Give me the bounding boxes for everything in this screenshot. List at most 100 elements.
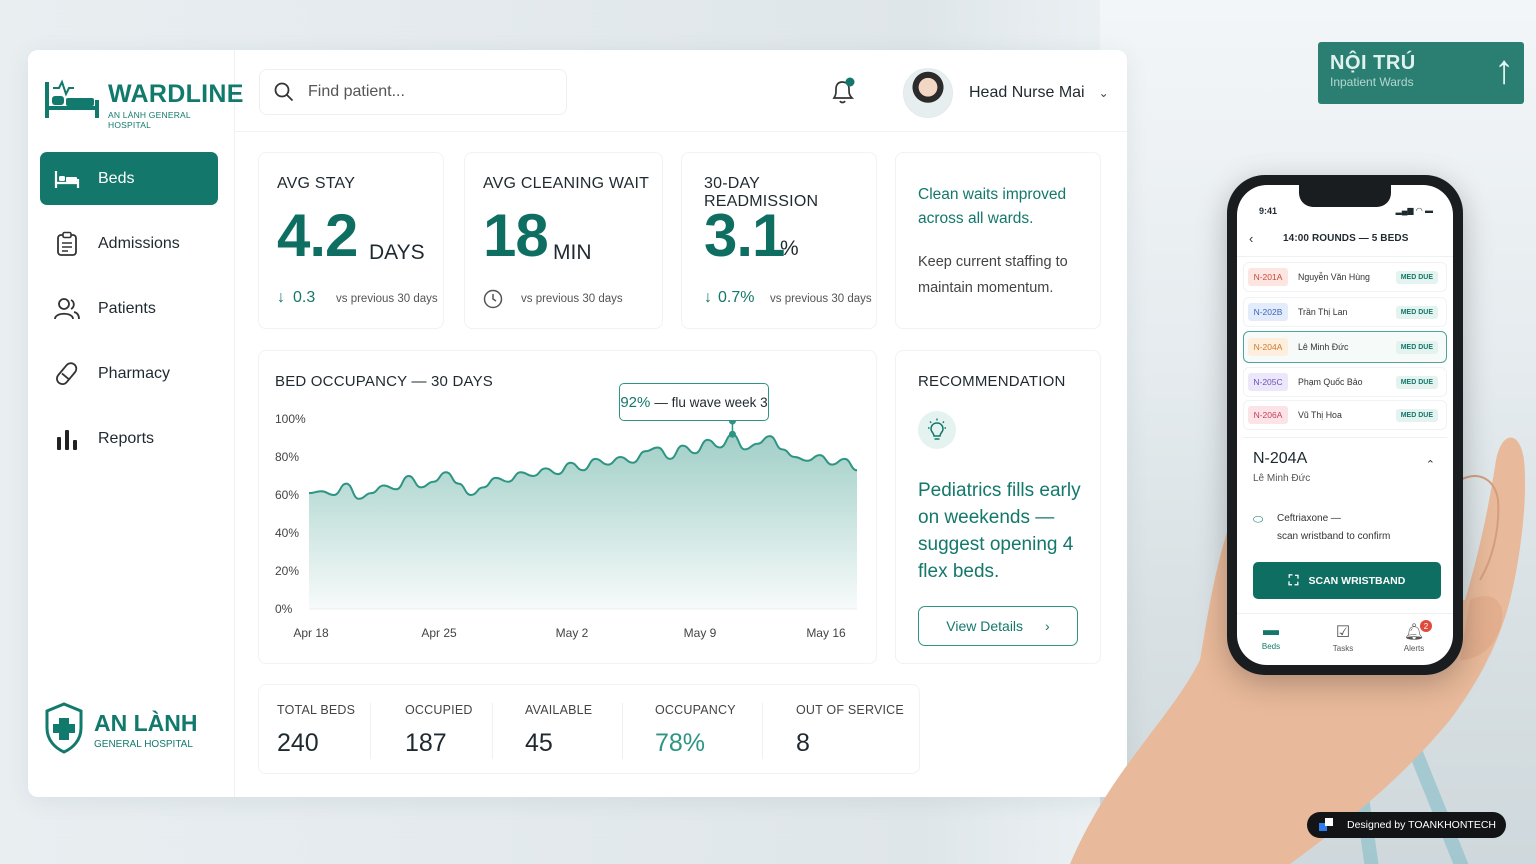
chevron-down-icon: ⌄	[1098, 86, 1109, 100]
avatar	[903, 68, 953, 118]
y-tick-label: 60%	[275, 488, 299, 502]
tab-tasks[interactable]: ☑ Tasks	[1313, 622, 1373, 653]
kpi-value: 4.2	[277, 202, 358, 269]
stat-value: 78%	[655, 729, 706, 757]
occupancy-area	[309, 434, 857, 609]
tab-alerts[interactable]: 🔔︎ 2 Alerts	[1384, 620, 1444, 653]
sidebar-item-patients[interactable]: Patients	[40, 282, 218, 335]
stat-value: 240	[277, 729, 319, 757]
sidebar-item-label: Admissions	[98, 234, 180, 252]
bed-icon	[54, 166, 80, 192]
sidebar-item-pharmacy[interactable]: Pharmacy	[40, 347, 218, 400]
y-tick-label: 40%	[275, 526, 299, 540]
lightbulb-icon	[918, 411, 956, 449]
patient-name: Nguyễn Văn Hùng	[1298, 272, 1370, 282]
search-icon	[274, 82, 294, 102]
sidebar-item-reports[interactable]: Reports	[40, 412, 218, 465]
designer-credit: Designed by TOANKHONTECH	[1307, 812, 1506, 838]
y-tick-label: 0%	[275, 602, 293, 616]
checklist-icon: ☑	[1335, 624, 1351, 641]
stat-label: OCCUPANCY	[655, 703, 736, 717]
sidebar-item-label: Beds	[98, 169, 135, 187]
bar-chart-icon	[54, 426, 80, 452]
sidebar-item-beds[interactable]: Beds	[40, 152, 218, 205]
kpi-card-avg-stay: AVG STAY 4.2 DAYS ↓ 0.3 vs previous 30 d…	[258, 152, 444, 329]
bed-badge: N-204A	[1248, 338, 1288, 356]
kpi-compare: vs previous 30 days	[521, 293, 623, 305]
kpi-delta: ↓ 0.7%	[704, 289, 754, 307]
kpi-title: AVG STAY	[277, 175, 356, 192]
kpi-unit: DAYS	[369, 241, 425, 264]
list-item-selected[interactable]: N-204A Lê Minh Đức MED DUE	[1243, 331, 1447, 363]
sidebar-nav: Beds Admissions Patients Pharmacy Report…	[40, 152, 218, 477]
tab-beds[interactable]: ▬ Beds	[1241, 622, 1301, 651]
kpi-delta-value: 0.7%	[718, 289, 755, 306]
y-tick-label: 100%	[275, 412, 306, 426]
hospital-footer-sub: GENERAL HOSPITAL	[94, 739, 193, 750]
pill-icon	[54, 361, 80, 387]
clipboard-icon	[54, 231, 80, 257]
sidebar-item-label: Patients	[98, 299, 156, 317]
ward-sign: NỘI TRÚ Inpatient Wards ↑	[1318, 42, 1524, 104]
stat-value: 8	[796, 729, 810, 757]
medication-info: Ceftriaxone — scan wristband to confirm	[1277, 510, 1437, 546]
chevron-up-icon[interactable]: ⌃	[1426, 458, 1435, 471]
peak-marker	[728, 430, 736, 438]
kpi-card-readmission: 30-DAY READMISSION 3.1 % ↓ 0.7% vs previ…	[681, 152, 877, 329]
ward-sign-title: NỘI TRÚ	[1330, 52, 1416, 74]
users-icon	[54, 296, 80, 322]
notifications-button[interactable]	[829, 76, 857, 106]
status-badge: MED DUE	[1395, 305, 1438, 319]
patient-name: Lê Minh Đức	[1298, 342, 1349, 352]
search-input[interactable]	[308, 83, 538, 101]
pill-icon: ⬭	[1253, 512, 1264, 526]
designer-logo-icon	[1319, 818, 1333, 832]
kpi-unit: %	[780, 237, 799, 260]
occupancy-chart-card: BED OCCUPANCY — 30 DAYS 100% 80% 60% 40% 20%…	[258, 350, 877, 664]
app-logo[interactable]: WARDLINE AN LÀNH GENERAL HOSPITAL	[44, 76, 243, 130]
status-badge: MED DUE	[1395, 340, 1438, 354]
ward-sign-subtitle: Inpatient Wards	[1330, 75, 1414, 89]
kpi-delta-value: 0.3	[293, 289, 316, 306]
stat-label: AVAILABLE	[525, 703, 593, 717]
list-item[interactable]: N-206A Vũ Thị Hoa MED DUE	[1243, 400, 1447, 430]
x-tick-label: Apr 25	[421, 626, 457, 640]
x-tick-label: Apr 18	[293, 626, 329, 640]
phone-notch	[1299, 185, 1391, 207]
status-badge: MED DUE	[1395, 408, 1438, 422]
stat-label: TOTAL BEDS	[277, 703, 356, 717]
sidebar-item-admissions[interactable]: Admissions	[40, 217, 218, 270]
list-item[interactable]: N-205C Phạm Quốc Bảo MED DUE	[1243, 367, 1447, 397]
bed-stats-bar: TOTAL BEDS 240 OCCUPIED 187 AVAILABLE 45…	[258, 684, 920, 774]
bed-badge: N-206A	[1248, 406, 1288, 424]
view-details-label: View Details	[946, 618, 1024, 634]
kpi-unit: MIN	[553, 241, 592, 264]
arrow-down-icon: ↓	[277, 289, 285, 306]
bed-badge: N-205C	[1248, 373, 1288, 391]
kpi-compare: vs previous 30 days	[770, 293, 872, 305]
sidebar-item-label: Reports	[98, 429, 155, 447]
phone-screen: 9:41 ▂▄▆ ◠ ▬ ‹ 14:00 ROUNDS — 5 BEDS N-2…	[1237, 185, 1453, 665]
detail-bed-id: N-204A	[1253, 450, 1308, 467]
clock-icon	[483, 289, 503, 309]
recommendation-title: RECOMMENDATION	[918, 373, 1066, 390]
list-item[interactable]: N-201A Nguyễn Văn Hùng MED DUE	[1243, 262, 1447, 292]
annotation-value: 92%	[620, 393, 651, 411]
phone-tab-bar: ▬ Beds ☑ Tasks 🔔︎ 2 Alerts	[1237, 613, 1453, 665]
sidebar-item-label: Pharmacy	[98, 364, 171, 382]
phone-time: 9:41	[1259, 206, 1278, 216]
scan-wristband-button[interactable]: ⛶ SCAN WRISTBAND	[1253, 562, 1441, 599]
back-chevron-icon[interactable]: ‹	[1249, 231, 1253, 246]
bed-badge: N-202B	[1248, 303, 1288, 321]
search-box[interactable]	[259, 69, 567, 115]
medication-note: scan wristband to confirm	[1277, 531, 1391, 542]
y-tick-label: 20%	[275, 564, 299, 578]
user-menu[interactable]: Head Nurse Mai ⌄	[903, 66, 1113, 120]
list-item[interactable]: N-202B Trần Thị Lan MED DUE	[1243, 297, 1447, 327]
hospital-name: AN LÀNH GENERAL HOSPITAL	[108, 110, 191, 130]
medication-name: Ceftriaxone —	[1277, 513, 1341, 524]
kpi-value: 18	[483, 202, 549, 269]
tab-label: Alerts	[1403, 644, 1425, 653]
phone-header: ‹ 14:00 ROUNDS — 5 BEDS	[1237, 221, 1453, 257]
tab-label: Tasks	[1332, 644, 1354, 653]
